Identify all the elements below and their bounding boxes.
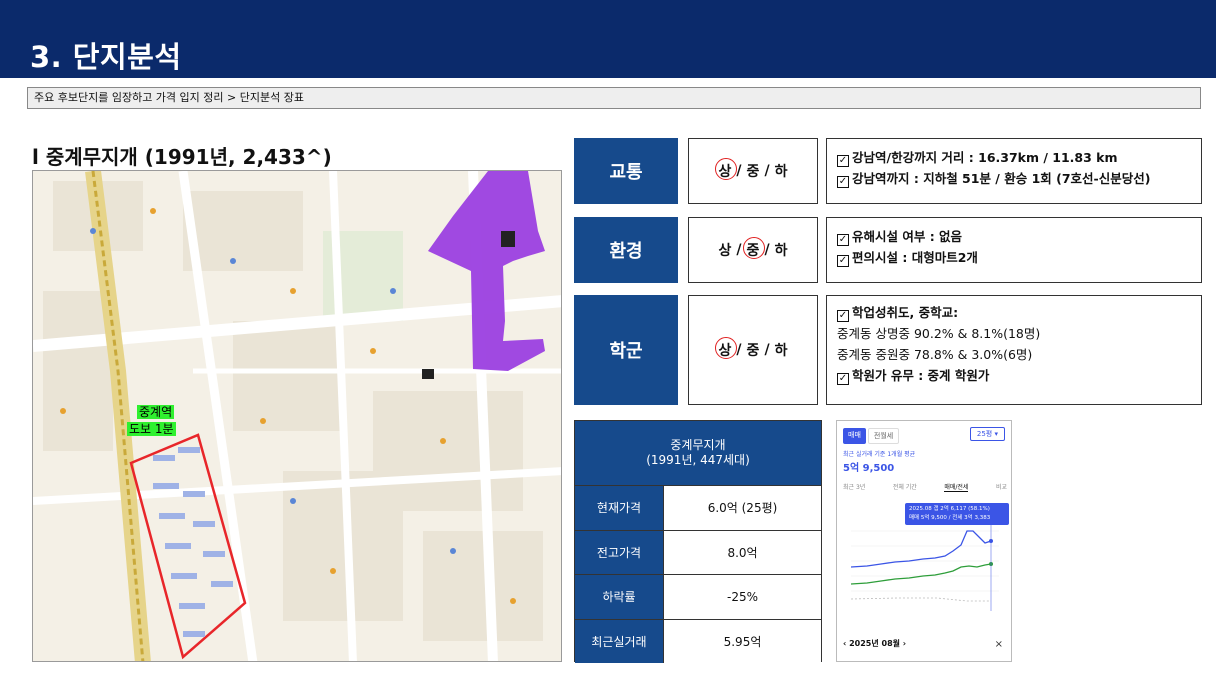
price-table: 중계무지개 (1991년, 447세대) 현재가격 6.0억 (25평) 전고가… (574, 420, 822, 663)
check-icon: ✓ (837, 176, 849, 188)
detail-line: ✓ 강남역/한강까지 거리 : 16.37km / 11.83 km (837, 150, 1118, 167)
check-icon: ✓ (837, 373, 849, 385)
detail-line: ✓ 학업성취도, 중학교: (837, 305, 959, 322)
grade-high: 상 (714, 158, 737, 181)
detail-line: ✓ 편의시설 : 대형마트2개 (837, 250, 978, 267)
month-selector[interactable]: ‹ 2025년 08월 › (843, 638, 906, 649)
detail-line: ✓ 학원가 유무 : 중계 학원가 (837, 368, 990, 385)
station-label: 중계역 (137, 405, 175, 419)
table-row: 현재가격 6.0억 (25평) (575, 485, 821, 530)
grade-low: 하 (774, 343, 788, 359)
walk-time-label: 도보 1분 (127, 422, 176, 436)
check-icon: ✓ (837, 310, 849, 322)
chevron-right-icon: › (902, 639, 907, 648)
check-icon: ✓ (837, 255, 849, 267)
check-icon: ✓ (837, 234, 849, 246)
breadcrumb: 주요 후보단지를 임장하고 가격 입지 정리 > 단지분석 장표 (27, 87, 1201, 109)
close-icon[interactable]: × (995, 639, 1003, 650)
detail-line: ✓ 유해시설 여부 : 없음 (837, 229, 963, 246)
grade-school: 상 / 중 / 하 (688, 295, 818, 405)
header-bar: 3. 단지분석 (0, 0, 1216, 78)
detail-environment: ✓ 유해시설 여부 : 없음 ✓ 편의시설 : 대형마트2개 (826, 217, 1202, 283)
grade-mid: 중 (746, 164, 760, 180)
complex-name: 중계무지개 (670, 438, 726, 452)
grade-environment: 상 / 중 / 하 (688, 217, 818, 283)
grade-transport: 상 / 중 / 하 (688, 138, 818, 204)
page-title: 3. 단지분석 (30, 40, 182, 74)
complex-title: l 중계무지개 (1991년, 2,433^) (32, 145, 332, 169)
detail-line: ✓ 강남역까지 : 지하철 51분 / 환승 1회 (7호선-신분당선) (837, 171, 1151, 188)
grade-mid: 중 (742, 237, 765, 260)
grade-high: 상 (718, 243, 732, 259)
detail-transport: ✓ 강남역/한강까지 거리 : 16.37km / 11.83 km ✓ 강남역까지… (826, 138, 1202, 204)
map-illustration (33, 171, 561, 661)
detail-line: 중계동 상명중 90.2% & 8.1%(18명) (837, 326, 1041, 341)
table-row: 하락률 -25% (575, 574, 821, 619)
chevron-left-icon: ‹ (843, 639, 847, 648)
detail-school: ✓ 학업성취도, 중학교: 중계동 상명중 90.2% & 8.1%(18명) 중… (826, 295, 1202, 405)
grade-low: 하 (774, 164, 788, 180)
category-environment: 환경 (574, 217, 678, 283)
check-icon: ✓ (837, 155, 849, 167)
price-tooltip: 2025.08 갭 2억 6,117 (58.1%) 매매 5억 9,500 /… (905, 503, 1009, 525)
grade-high: 상 (714, 337, 737, 360)
category-school: 학군 (574, 295, 678, 405)
complex-info: (1991년, 447세대) (646, 453, 750, 467)
grade-mid: 중 (746, 343, 760, 359)
price-widget: 매매 전월세 25평 ▾ 최근 실거래 기준 1개월 평균 5억 9,500 최… (836, 420, 1012, 662)
category-transport: 교통 (574, 138, 678, 204)
detail-line: 중계동 중원중 78.8% & 3.0%(6명) (837, 347, 1033, 362)
price-trend-graph (850, 521, 999, 611)
grade-low: 하 (774, 243, 788, 259)
price-table-header: 중계무지개 (1991년, 447세대) (575, 421, 821, 485)
table-row: 전고가격 8.0억 (575, 529, 821, 574)
map-image: 중계역 도보 1분 (32, 170, 562, 662)
table-row: 최근실거래 5.95억 (575, 618, 821, 663)
